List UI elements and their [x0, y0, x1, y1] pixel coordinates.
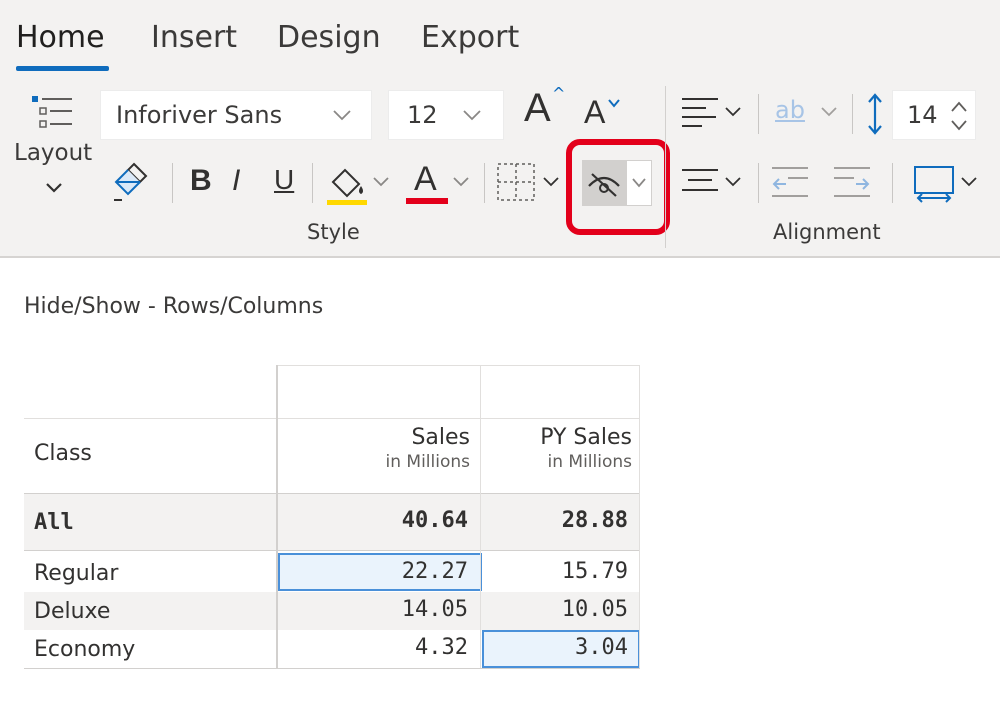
- divider: [484, 163, 485, 203]
- divider: [852, 94, 853, 134]
- divider: [276, 365, 278, 668]
- row-header-label: Class: [34, 441, 92, 466]
- column-title: Sales: [411, 425, 470, 450]
- page-title: Hide/Show - Rows/Columns: [24, 294, 324, 319]
- fill-color-icon[interactable]: [325, 162, 369, 206]
- bold-button[interactable]: B: [190, 164, 212, 198]
- font-family-dropdown[interactable]: Inforiver Sans: [100, 90, 372, 140]
- group-label-alignment: Alignment: [773, 220, 881, 244]
- underline-button[interactable]: U: [274, 164, 294, 196]
- font-color-swatch: [406, 198, 448, 204]
- font-size-dropdown[interactable]: 12: [388, 90, 504, 140]
- increase-indent-icon[interactable]: [832, 164, 872, 200]
- cell-value[interactable]: 3.04: [482, 637, 640, 659]
- chevron-down-icon[interactable]: [960, 176, 978, 188]
- align-left-icon[interactable]: [680, 94, 720, 132]
- chevron-down-icon[interactable]: [724, 176, 742, 188]
- layout-icon[interactable]: [30, 94, 74, 134]
- column-header-sales[interactable]: Sales in Millions: [280, 425, 480, 472]
- chevron-down-icon: [463, 110, 481, 121]
- divider: [312, 163, 313, 203]
- font-color-button[interactable]: A: [414, 160, 437, 199]
- column-subtitle: in Millions: [385, 452, 471, 472]
- column-header-py-sales[interactable]: PY Sales in Millions: [482, 425, 640, 472]
- divider: [278, 365, 640, 366]
- table-row[interactable]: Economy 4.32 3.04: [24, 630, 640, 668]
- line-spacing-icon: [868, 93, 882, 135]
- caret-down-icon: [608, 99, 620, 108]
- divider: [24, 550, 640, 551]
- divider: [172, 163, 173, 203]
- group-divider: [665, 86, 666, 248]
- column-width-icon[interactable]: [912, 164, 956, 204]
- cell-value[interactable]: 40.64: [280, 510, 480, 532]
- tab-design[interactable]: Design: [277, 20, 381, 55]
- column-title: PY Sales: [540, 425, 632, 450]
- line-spacing-value: 14: [907, 101, 938, 129]
- spinner-arrows-icon[interactable]: [949, 99, 969, 133]
- font-size-value: 12: [407, 101, 438, 129]
- chevron-down-icon[interactable]: [44, 180, 64, 194]
- text-wrap-button[interactable]: ab: [775, 96, 805, 124]
- chevron-down-icon[interactable]: [452, 176, 470, 188]
- line-spacing-spinner[interactable]: 14: [892, 90, 976, 140]
- chevron-down-icon[interactable]: [372, 176, 390, 188]
- divider: [24, 668, 640, 669]
- divider: [639, 365, 640, 668]
- cell-value[interactable]: 15.79: [482, 561, 640, 583]
- table-row[interactable]: Regular 22.27 15.79: [24, 553, 640, 591]
- divider: [758, 94, 759, 134]
- cell-value[interactable]: 10.05: [482, 599, 640, 621]
- table-header-row: Class Sales in Millions PY Sales in Mill…: [24, 419, 640, 493]
- decrease-font-size-button[interactable]: A: [584, 94, 605, 131]
- tab-insert[interactable]: Insert: [151, 20, 237, 55]
- format-painter-icon[interactable]: [110, 160, 150, 204]
- chevron-down-icon[interactable]: [542, 176, 560, 188]
- chevron-down-icon[interactable]: [820, 106, 838, 118]
- ribbon: Home Insert Design Export Layout Inforiv…: [0, 0, 1000, 258]
- chevron-down-icon[interactable]: [724, 106, 742, 118]
- align-center-icon[interactable]: [680, 166, 720, 196]
- tab-home[interactable]: Home: [16, 20, 105, 55]
- caret-up-icon: ^: [552, 84, 566, 103]
- row-label: Deluxe: [34, 599, 111, 624]
- decrease-indent-icon[interactable]: [770, 164, 810, 200]
- table-row[interactable]: All 40.64 28.88: [24, 494, 640, 550]
- row-label: All: [34, 510, 74, 535]
- row-label: Regular: [34, 561, 119, 586]
- borders-icon[interactable]: [496, 162, 536, 202]
- active-tab-indicator: [16, 66, 109, 71]
- column-subtitle: in Millions: [547, 452, 633, 472]
- chevron-down-icon: [333, 110, 351, 121]
- font-family-value: Inforiver Sans: [116, 101, 283, 129]
- cell-value[interactable]: 4.32: [280, 637, 480, 659]
- cell-value[interactable]: 28.88: [482, 510, 640, 532]
- callout-highlight: [566, 139, 670, 235]
- increase-font-size-button[interactable]: A: [524, 86, 551, 131]
- layout-button-label[interactable]: Layout: [14, 140, 92, 166]
- cell-value[interactable]: 14.05: [280, 599, 480, 621]
- group-label-style: Style: [307, 220, 360, 244]
- table-row[interactable]: Deluxe 14.05 10.05: [24, 592, 640, 630]
- divider: [892, 163, 893, 203]
- tab-export[interactable]: Export: [421, 20, 519, 55]
- italic-button[interactable]: I: [232, 164, 240, 198]
- cell-value[interactable]: 22.27: [280, 561, 480, 583]
- row-label: Economy: [34, 637, 136, 662]
- divider: [480, 365, 481, 668]
- divider: [758, 163, 759, 203]
